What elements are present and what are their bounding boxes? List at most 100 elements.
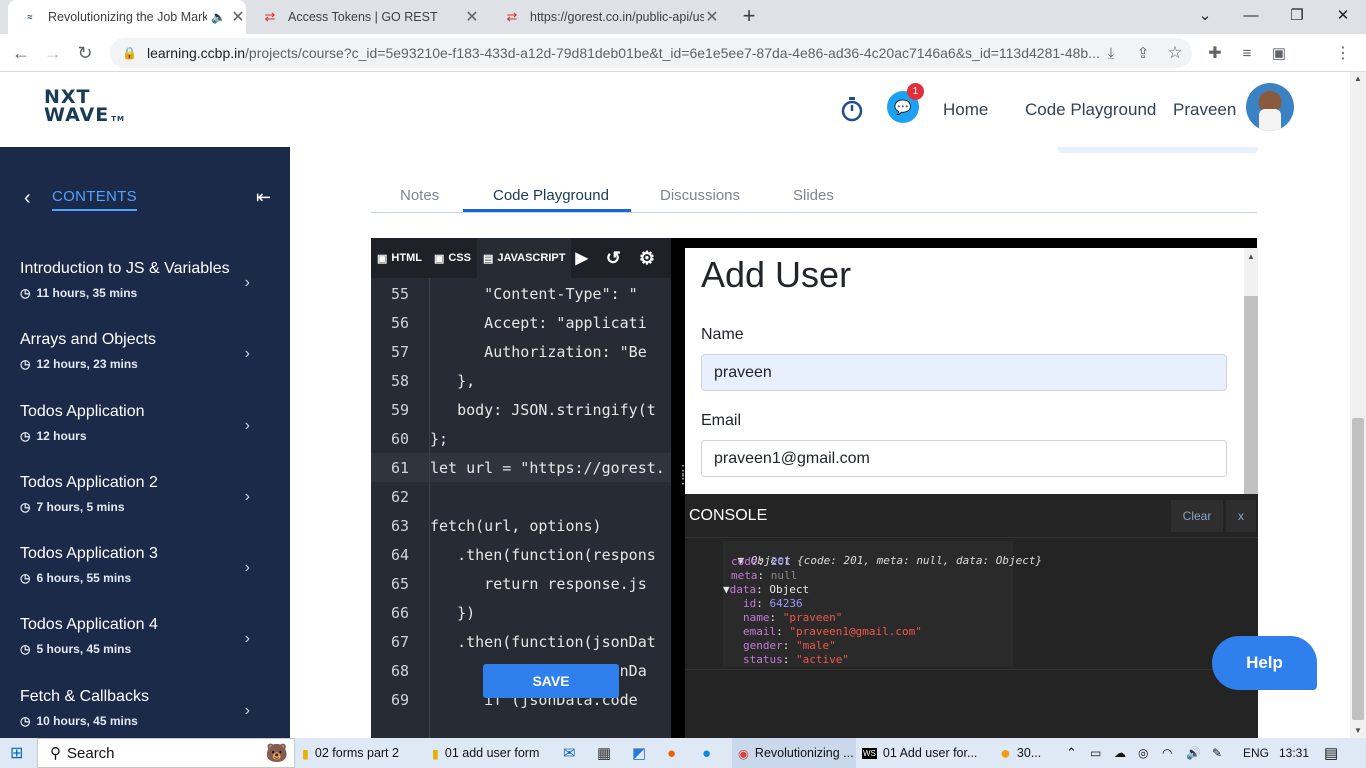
run-play-icon[interactable]: ▶ — [575, 248, 587, 268]
code-lines[interactable]: 55 "Content-Type": " 56 Accept: "applicat… — [371, 278, 671, 738]
code-line[interactable]: 58 }, — [371, 366, 671, 395]
mail-icon[interactable]: ✉ — [563, 738, 576, 768]
code-line[interactable]: 65 return response.js — [371, 569, 671, 598]
email-input[interactable]: praveen1@gmail.com — [701, 440, 1227, 477]
tray-chevron-up-icon[interactable]: ⌃ — [1066, 738, 1077, 768]
expand-triangle-icon[interactable]: ▼ — [723, 583, 730, 596]
taskbar-item-add-user-form[interactable]: ▮ 01 add user form — [432, 738, 556, 768]
notification-center-icon[interactable]: ▤ — [1324, 738, 1338, 768]
more-menu-icon[interactable]: ⋮ — [1328, 38, 1358, 68]
reload-icon[interactable]: ↻ — [70, 38, 100, 68]
code-line[interactable]: 63 fetch(url, options) — [371, 511, 671, 540]
save-button[interactable]: SAVE — [483, 664, 619, 698]
console-close-button[interactable]: x — [1226, 500, 1256, 532]
sidebar-item-todos-3[interactable]: Todos Application 3 ◷ 6 hours, 55 mins › — [20, 545, 270, 585]
scroll-up-icon[interactable]: ▲ — [1247, 252, 1255, 261]
close-tab-icon[interactable]: ✕ — [464, 7, 480, 27]
install-app-icon[interactable]: ⤓ — [1096, 38, 1126, 68]
code-line[interactable]: 61 let url = "https://gorest. — [371, 453, 671, 482]
meet-now-icon[interactable]: ◎ — [1138, 738, 1148, 768]
scrollbar-thumb[interactable] — [1244, 296, 1258, 494]
code-line[interactable]: 64 .then(function(respons — [371, 540, 671, 569]
code-line[interactable]: 66 }) — [371, 598, 671, 627]
sidebar-item-todos-1[interactable]: Todos Application ◷ 12 hours › — [20, 403, 270, 443]
help-button[interactable]: Help — [1212, 636, 1317, 690]
console-clear-button[interactable]: Clear — [1171, 500, 1223, 532]
nav-code-playground-link[interactable]: Code Playground — [1025, 100, 1156, 120]
sidebar-item-intro-js[interactable]: Introduction to JS & Variables ◷ 11 hours… — [20, 260, 270, 300]
store-icon[interactable]: ▦ — [597, 738, 611, 768]
tab-css[interactable]: ▣ CSS — [428, 238, 477, 278]
extensions-puzzle-icon[interactable]: ✚ — [1200, 38, 1230, 68]
sidebar-item-fetch-callbacks[interactable]: Fetch & Callbacks ◷ 10 hours, 45 mins › — [20, 688, 270, 728]
pen-icon[interactable]: ✎ — [1212, 738, 1222, 768]
collapse-back-chevron-icon[interactable]: ‹ — [24, 187, 31, 210]
taskbar-item-chrome[interactable]: ◉ Revolutionizing ... — [732, 738, 856, 768]
stopwatch-icon[interactable] — [838, 94, 866, 124]
code-line[interactable]: 56 Accept: "applicati — [371, 308, 671, 337]
scroll-up-icon[interactable]: ▲ — [1354, 74, 1362, 83]
preview-scrollbar[interactable]: ▲ — [1244, 248, 1258, 494]
bookmark-star-icon[interactable]: ☆ — [1160, 38, 1190, 68]
pane-splitter[interactable]: ⋮ ⋮ — [671, 238, 690, 738]
reading-list-icon[interactable]: ≡ — [1232, 38, 1262, 68]
clock-time[interactable]: 13:31 — [1279, 738, 1309, 768]
code-line[interactable]: 59 body: JSON.stringify(t — [371, 395, 671, 424]
sidebar-item-todos-2[interactable]: Todos Application 2 ◷ 7 hours, 5 mins › — [20, 474, 270, 514]
url-bar[interactable]: 🔒 learning.ccbp.in/projects/course?c_id=… — [110, 38, 1192, 68]
tab-discussions[interactable]: Discussions — [660, 187, 740, 204]
cloud-icon[interactable]: ☁ — [1114, 738, 1126, 768]
code-line[interactable]: 62 — [371, 482, 671, 511]
scroll-down-icon[interactable]: ▼ — [1354, 726, 1362, 735]
page-scrollbar-thumb[interactable] — [1352, 418, 1364, 720]
sidebar-item-arrays-objects[interactable]: Arrays and Objects ◷ 12 hours, 23 mins › — [20, 331, 270, 371]
contents-title[interactable]: CONTENTS — [52, 188, 137, 211]
tab-notes[interactable]: Notes — [400, 187, 439, 204]
tab-html[interactable]: ▣ HTML — [371, 238, 428, 278]
browser-tab-gorest-api[interactable]: ⇄ https://gorest.co.in/public-api/us ✕ — [490, 0, 728, 34]
edge-icon[interactable]: ● — [702, 738, 711, 768]
minimize-icon[interactable]: — — [1228, 0, 1274, 30]
name-input[interactable]: praveen — [701, 354, 1227, 391]
user-avatar[interactable] — [1246, 83, 1294, 131]
tab-javascript[interactable]: ▤ JAVASCRIPT — [476, 238, 572, 278]
code-line[interactable]: 60}; — [371, 424, 671, 453]
page-scrollbar[interactable]: ▲ ▼ — [1350, 72, 1366, 738]
nav-home-link[interactable]: Home — [943, 100, 988, 120]
taskbar-item-forms-part-2[interactable]: ▮ 02 forms part 2 — [302, 738, 428, 768]
console-entry[interactable]: ▼data: Object — [723, 583, 809, 596]
collapse-sidebar-icon[interactable]: ⇤ — [256, 187, 271, 208]
sidebar-item-todos-4[interactable]: Todos Application 4 ◷ 5 hours, 45 mins › — [20, 616, 270, 656]
wifi-icon[interactable]: ◠ — [1162, 738, 1172, 768]
code-line[interactable]: 55 "Content-Type": " — [371, 279, 671, 308]
window-close-icon[interactable]: ✕ — [1320, 0, 1366, 30]
whiteboard-icon[interactable]: ◩ — [632, 738, 646, 768]
forward-arrow-icon[interactable]: → — [38, 38, 68, 68]
close-tab-icon[interactable]: ✕ — [230, 7, 246, 27]
reset-icon[interactable]: ↺ — [606, 248, 621, 269]
restore-icon[interactable]: ❐ — [1274, 0, 1320, 30]
browser-tab-access-tokens[interactable]: ⇄ Access Tokens | GO REST ✕ — [248, 0, 488, 34]
tab-slides[interactable]: Slides — [793, 187, 834, 204]
volume-icon[interactable]: 🔊 — [1186, 738, 1201, 768]
weather-widget[interactable]: ● 30... — [1000, 738, 1041, 768]
code-line[interactable]: 57 Authorization: "Be — [371, 337, 671, 366]
taskbar-search-box[interactable]: ⚲ Search 🐻 — [37, 738, 295, 768]
taskbar-item-webstorm[interactable]: WS 01 Add user for... — [862, 738, 986, 768]
back-arrow-icon[interactable]: ← — [6, 38, 36, 68]
tab-search-chevron-icon[interactable]: ⌄ — [1182, 0, 1228, 30]
battery-icon[interactable]: ▭ — [1090, 738, 1101, 768]
new-tab-button[interactable]: + — [736, 4, 762, 30]
share-icon[interactable]: ⇪ — [1128, 38, 1158, 68]
browser-tab-revolutionizing[interactable]: ≈ Revolutionizing the Job Mark 🔈 ✕ — [8, 0, 246, 34]
audio-playing-icon[interactable]: 🔈 — [211, 10, 226, 24]
nxtwave-logo[interactable]: NXT WAVE TM — [44, 88, 125, 125]
user-name[interactable]: Praveen — [1173, 100, 1236, 120]
language-indicator[interactable]: ENG — [1243, 738, 1269, 768]
code-line[interactable]: 67 .then(function(jsonDat — [371, 627, 671, 656]
firefox-icon[interactable]: ● — [667, 738, 676, 768]
close-tab-icon[interactable]: ✕ — [704, 7, 720, 27]
side-panel-icon[interactable]: ▣ — [1264, 38, 1294, 68]
windows-start-icon[interactable]: ⊞ — [10, 738, 23, 768]
tab-code-playground[interactable]: Code Playground — [493, 187, 609, 204]
